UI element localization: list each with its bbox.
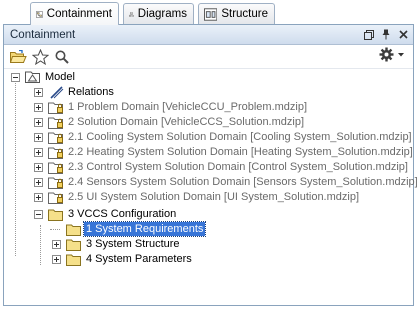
tree-item-label: 2.5 UI System Solution Domain [UI System… xyxy=(68,191,360,203)
expand-toggle[interactable] xyxy=(34,148,43,157)
close-icon[interactable] xyxy=(397,28,409,41)
tree-item-label: 4 System Parameters xyxy=(86,253,192,265)
expand-toggle[interactable] xyxy=(34,88,43,97)
restore-icon[interactable] xyxy=(363,28,375,41)
tree-item-label: 3 System Structure xyxy=(86,238,180,250)
structure-icon xyxy=(204,7,218,21)
tab-strip: Containment Diagrams Structure xyxy=(0,0,417,25)
tab-containment[interactable]: Containment xyxy=(30,2,119,25)
tree-item-label: 1 Problem Domain [VehicleCCU_Problem.mdz… xyxy=(68,101,308,113)
tree-guide xyxy=(40,225,41,265)
collapse-toggle[interactable] xyxy=(11,73,20,82)
expand-toggle[interactable] xyxy=(34,133,43,142)
package-icon xyxy=(66,224,81,236)
locked-package-icon xyxy=(48,192,63,204)
expand-toggle[interactable] xyxy=(34,118,43,127)
relations-icon xyxy=(50,86,64,99)
locked-package-icon xyxy=(48,162,63,174)
locked-package-icon xyxy=(48,117,63,129)
model-icon xyxy=(25,71,40,83)
star-icon[interactable] xyxy=(30,47,50,67)
expand-toggle[interactable] xyxy=(34,178,43,187)
tab-label: Structure xyxy=(221,8,268,20)
package-icon xyxy=(66,239,81,251)
tree-item-label: 1 System Requirements xyxy=(82,221,207,237)
containment-panel: Containment Model Relations 1 Problem Do… xyxy=(3,24,417,306)
expand-toggle[interactable] xyxy=(52,255,61,264)
tree-guide xyxy=(15,83,16,256)
containment-tree: Model Relations 1 Problem Domain [Vehicl… xyxy=(4,70,417,305)
tree-item-label: 3 VCCS Configuration xyxy=(68,208,177,220)
containment-icon xyxy=(36,10,43,18)
tab-structure[interactable]: Structure xyxy=(198,3,275,24)
pin-icon[interactable] xyxy=(380,28,392,41)
locked-package-icon xyxy=(48,132,63,144)
tree-item-label: 2.4 Sensors System Solution Domain [Sens… xyxy=(68,176,417,188)
tab-label: Diagrams xyxy=(137,8,187,20)
panel-titlebar: Containment xyxy=(4,25,413,45)
panel-title: Containment xyxy=(10,28,76,41)
expand-toggle[interactable] xyxy=(34,163,43,172)
gear-icon[interactable] xyxy=(379,47,405,62)
package-icon xyxy=(48,209,63,221)
tab-diagrams[interactable]: Diagrams xyxy=(123,3,194,24)
tree-item-label: 2.3 Control System Solution Domain [Cont… xyxy=(68,161,408,173)
locked-package-icon xyxy=(48,147,63,159)
expand-toggle[interactable] xyxy=(52,240,61,249)
tree-item-label: 2.2 Heating System Solution Domain [Heat… xyxy=(68,146,413,158)
tree-root-label: Model xyxy=(45,71,75,83)
tree-item-label: 2.1 Cooling System Solution Domain [Cool… xyxy=(68,131,412,143)
locked-package-icon xyxy=(48,177,63,189)
diagrams-icon xyxy=(129,11,134,17)
package-icon xyxy=(66,254,81,266)
expand-toggle[interactable] xyxy=(34,103,43,112)
tree-item-label: Relations xyxy=(68,86,114,98)
tab-label: Containment xyxy=(46,8,112,20)
tree-item-label: 2 Solution Domain [VehicleCCS_Solution.m… xyxy=(68,116,305,128)
panel-toolbar xyxy=(4,45,413,69)
open-folder-icon[interactable] xyxy=(8,47,28,67)
chevron-down-icon[interactable] xyxy=(397,52,405,58)
tree-guide xyxy=(50,229,60,230)
expand-toggle[interactable] xyxy=(34,193,43,202)
collapse-toggle[interactable] xyxy=(34,210,43,219)
locked-package-icon xyxy=(48,102,63,114)
search-icon[interactable] xyxy=(52,47,72,67)
